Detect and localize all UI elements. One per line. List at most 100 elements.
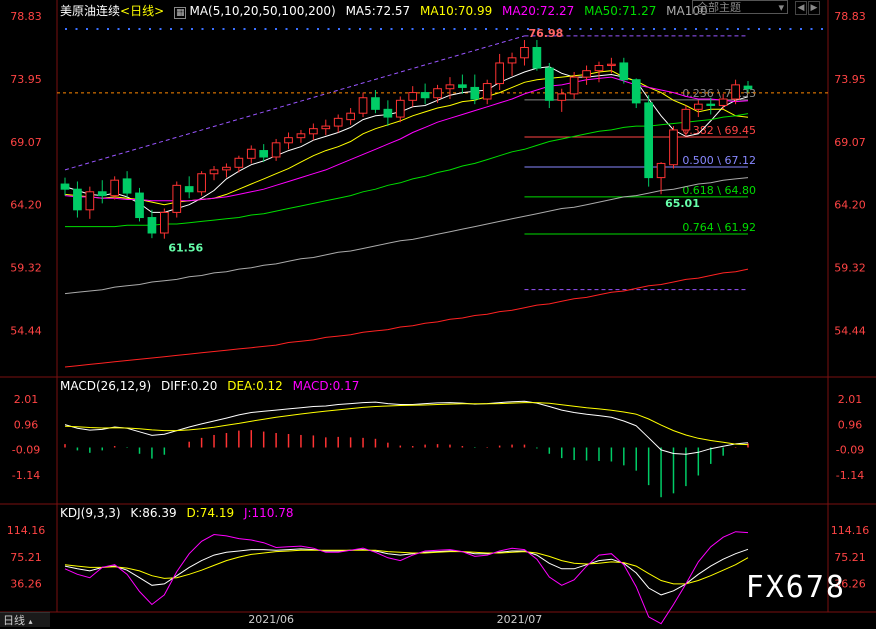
price-tick-right: 64.20 [834, 199, 866, 212]
candle-body [259, 150, 269, 158]
candle-body [296, 133, 306, 139]
dotted-marker [327, 28, 330, 30]
dotted-marker [611, 28, 613, 30]
chevron-up-icon: ▴ [28, 617, 33, 626]
dotted-marker [233, 28, 235, 30]
dotted-marker [96, 28, 99, 30]
candle-body [470, 86, 480, 100]
dotted-marker [779, 28, 781, 30]
candle-body [209, 169, 219, 175]
dotted-marker [264, 28, 267, 30]
dotted-marker [390, 28, 393, 30]
chevron-left-icon[interactable]: ◀ [795, 1, 807, 15]
kdj-d-line [64, 549, 749, 585]
dotted-marker [75, 28, 78, 30]
dotted-marker [65, 28, 67, 30]
kdj-d: D:74.19 [186, 506, 235, 520]
dotted-marker [642, 28, 645, 30]
dotted-marker [768, 28, 771, 30]
macd-diff: DIFF:0.20 [160, 379, 218, 393]
watermark: FX678 [745, 570, 846, 605]
dotted-marker [306, 28, 309, 30]
candle-body [458, 84, 467, 88]
dotted-marker [506, 28, 508, 30]
instrument-name: 美原油连续 [60, 4, 121, 18]
macd-value: MACD:0.17 [292, 379, 360, 393]
dotted-marker [432, 28, 435, 30]
candle-body [731, 84, 740, 100]
dotted-marker [380, 28, 382, 30]
price-tick-right: 69.07 [834, 136, 866, 149]
ma-params-label: MA(5,10,20,50,100,200) [189, 4, 336, 18]
candle-body [644, 102, 654, 179]
candle-body [172, 184, 182, 213]
candle-body [594, 65, 604, 72]
candle-body [544, 67, 554, 101]
ma5-value: MA5:72.57 [345, 4, 411, 18]
period-label[interactable]: <日线> [120, 4, 164, 18]
price-tick-right: 59.32 [834, 262, 866, 275]
ma100-line [64, 177, 749, 295]
dotted-marker [726, 28, 729, 30]
dotted-marker [579, 28, 582, 30]
price-extreme-label: 61.56 [168, 242, 203, 255]
dotted-marker [684, 28, 687, 30]
macd-diff-line [64, 400, 749, 455]
dotted-marker [296, 28, 298, 30]
candle-body [309, 128, 318, 135]
dotted-marker [747, 28, 750, 30]
kdj-tick-right: 114.16 [831, 524, 870, 537]
dotted-marker [716, 28, 718, 30]
dotted-marker [191, 28, 193, 30]
candle-body [246, 148, 256, 159]
candle-body [507, 57, 517, 64]
dotted-marker [653, 28, 655, 30]
candle-body [681, 108, 691, 131]
macd-tick-right: 0.96 [838, 418, 863, 431]
candle-body [482, 83, 492, 100]
dotted-marker [821, 28, 823, 30]
candle-body [582, 70, 591, 78]
candle-body [271, 142, 281, 158]
candle-body [85, 191, 95, 211]
candle-body [346, 112, 355, 121]
dotted-marker [159, 28, 162, 30]
macd-tick-right: -0.09 [836, 444, 864, 457]
candle-body [184, 186, 194, 193]
kdj-params: KDJ(9,3,3) [60, 506, 121, 520]
dotted-marker [800, 28, 802, 30]
dotted-marker [674, 28, 676, 30]
ma-settings-icon[interactable]: ▦ [173, 7, 187, 19]
ma50-value: MA50:71.27 [584, 4, 657, 18]
kdj-tick-left: 36.26 [10, 578, 42, 591]
price-tick-left: 73.95 [10, 73, 42, 86]
candle-body [656, 162, 666, 179]
candle-body [122, 178, 132, 194]
price-tick-right: 54.44 [834, 324, 866, 337]
dotted-marker [758, 28, 760, 30]
kdj-j: J:110.78 [243, 506, 294, 520]
dotted-marker [695, 28, 697, 30]
dotted-marker [222, 28, 225, 30]
kdj-tick-left: 114.16 [7, 524, 46, 537]
dotted-marker [212, 28, 214, 30]
kdj-j-line [64, 531, 749, 625]
macd-tick-left: 0.96 [14, 418, 39, 431]
period-tab[interactable]: 日线 ▴ [0, 612, 50, 627]
dotted-marker [170, 28, 172, 30]
dotted-marker [422, 28, 424, 30]
ma200-line [64, 268, 749, 368]
theme-selector[interactable]: 全部主题 ▾ [692, 0, 788, 14]
dotted-marker [275, 28, 277, 30]
candle-body [420, 92, 430, 99]
kdj-title: KDJ(9,3,3) K:86.39 D:74.19 J:110.78 [60, 506, 300, 520]
price-tick-left: 64.20 [10, 199, 42, 212]
chevron-right-icon[interactable]: ▶ [808, 1, 820, 15]
price-tick-right: 78.83 [834, 10, 866, 23]
dotted-marker [569, 28, 571, 30]
time-tick-label: 2021/06 [248, 613, 294, 626]
candle-body [60, 183, 70, 190]
candle-body [433, 88, 442, 99]
ma10-value: MA10:70.99 [419, 4, 493, 18]
candle-body [408, 92, 418, 101]
